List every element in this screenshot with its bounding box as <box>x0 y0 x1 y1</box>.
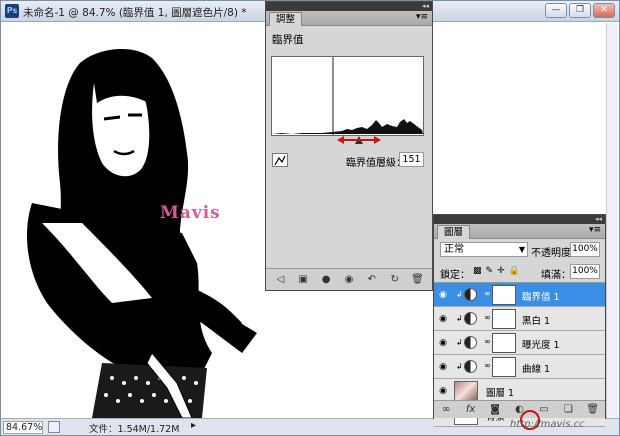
status-menu-arrow-icon[interactable]: ▸ <box>191 420 196 431</box>
clip-arrow-icon: ↲ <box>456 290 463 299</box>
new-layer-icon[interactable]: ❏ <box>561 403 575 417</box>
link-icon[interactable]: ∞ <box>484 313 491 322</box>
visibility-eye-icon[interactable]: ◉ <box>342 273 356 287</box>
adjustment-layer-icon <box>464 288 477 301</box>
visibility-eye-icon[interactable]: ◉ <box>438 338 448 348</box>
previous-state-icon[interactable]: ↶ <box>365 273 379 287</box>
photoshop-icon: Ps <box>5 4 19 18</box>
fill-field[interactable]: 100% <box>570 264 600 279</box>
layer-name[interactable]: 曝光度 1 <box>522 337 560 351</box>
zoom-level-field[interactable]: 84.67% <box>3 421 43 434</box>
layer-image-thumbnail[interactable] <box>454 381 478 401</box>
clip-arrow-icon: ↲ <box>456 362 463 371</box>
layers-toolbar: ∞ fx ◙ ◐ ▭ ❏ 🗑 <box>434 400 605 418</box>
blend-mode-value: 正常 <box>444 244 464 255</box>
lock-all-icon[interactable]: 🔒 <box>509 266 520 276</box>
panel-menu-icon[interactable]: ▾≡ <box>589 225 601 235</box>
tab-layers[interactable]: 圖層 <box>437 225 471 239</box>
link-layers-icon[interactable]: ∞ <box>439 403 453 417</box>
threshold-glyph <box>274 155 286 166</box>
link-icon[interactable]: ∞ <box>484 289 491 298</box>
lock-label: 鎖定： <box>440 270 470 281</box>
mavis-watermark: Mavis <box>160 203 221 223</box>
layer-mask-thumbnail[interactable] <box>492 285 516 305</box>
lock-position-icon[interactable]: ✛ <box>497 266 505 276</box>
file-size-info: 文件：1.54M/1.72M <box>89 424 180 435</box>
threshold-histogram[interactable] <box>271 56 424 136</box>
status-preview-icon[interactable] <box>48 421 60 433</box>
clip-layer-icon[interactable]: ● <box>319 273 333 287</box>
lock-transparency-icon[interactable]: ▩ <box>473 266 482 276</box>
clip-arrow-icon: ↲ <box>456 314 463 323</box>
layer-name[interactable]: 臨界值 1 <box>522 289 560 303</box>
clip-arrow-icon: ↲ <box>456 338 463 347</box>
panel-collapse-icon[interactable]: ◂◂ <box>266 2 432 11</box>
visibility-eye-icon[interactable]: ◉ <box>438 290 448 300</box>
chevron-down-icon: ▼ <box>518 245 525 254</box>
minimize-button[interactable]: — <box>545 3 567 18</box>
fill-label: 填滿： <box>541 270 571 281</box>
visibility-eye-icon[interactable]: ◉ <box>438 314 448 324</box>
layer-name[interactable]: 圖層 1 <box>486 385 514 399</box>
threshold-level-field[interactable]: 151 <box>399 152 424 167</box>
threshold-level-label: 臨界值層級： <box>346 158 406 169</box>
back-arrow-icon[interactable]: ◁ <box>273 273 287 287</box>
lock-brush-icon[interactable]: ✎ <box>486 266 494 276</box>
link-icon[interactable]: ∞ <box>484 361 491 370</box>
link-icon[interactable]: ∞ <box>484 337 491 346</box>
adjustments-toolbar: ◁ ▣ ● ◉ ↶ ↻ 🗑 <box>266 268 432 290</box>
adjustment-heading: 臨界值 <box>272 34 304 46</box>
threshold-slider[interactable] <box>271 136 424 144</box>
expand-view-icon[interactable]: ▣ <box>296 273 310 287</box>
panel-collapse-icon[interactable]: ◂◂ <box>434 215 605 224</box>
layer-name[interactable]: 黑白 1 <box>522 313 550 327</box>
opacity-field[interactable]: 100% <box>570 242 600 257</box>
document-title: 未命名-1 @ 84.7% (臨界值 1, 圖層遮色片/8) * <box>23 7 247 19</box>
adjustment-layer-icon <box>464 312 477 325</box>
blend-mode-select[interactable]: 正常 ▼ <box>440 242 528 257</box>
delete-icon[interactable]: 🗑 <box>410 273 424 287</box>
adjustment-layer-icon <box>464 360 477 373</box>
layers-panel: ◂◂ 圖層 ▾≡ 正常 ▼ 不透明度： 100% 鎖定： ▩ ✎ ✛ 🔒 填滿：… <box>433 214 606 427</box>
layer-row-exposure[interactable]: ◉ ↲ ∞ 曝光度 1 <box>434 331 605 355</box>
layer-row-black-white[interactable]: ◉ ↲ ∞ 黑白 1 <box>434 307 605 331</box>
layer-mask-thumbnail[interactable] <box>492 309 516 329</box>
layer-row-curves[interactable]: ◉ ↲ ∞ 曲線 1 <box>434 355 605 379</box>
layer-row-threshold[interactable]: ◉ ↲ ∞ 臨界值 1 <box>434 283 605 307</box>
url-watermark: http://mavis.cc <box>510 419 585 430</box>
adjustments-panel: ◂◂ 調整 ▾≡ 臨界值 臨界值層級： 151 ◁ ▣ ● ◉ ↶ ↻ 🗑 <box>265 1 433 291</box>
close-button[interactable]: ✕ <box>593 3 615 18</box>
tab-adjustments[interactable]: 調整 <box>269 12 303 26</box>
vertical-scrollbar[interactable] <box>606 23 618 418</box>
adjustment-layer-icon <box>464 336 477 349</box>
visibility-eye-icon[interactable]: ◉ <box>438 362 448 372</box>
visibility-eye-icon[interactable]: ◉ <box>438 386 448 396</box>
restore-button[interactable]: ❐ <box>569 3 591 18</box>
slider-marker <box>337 136 381 144</box>
histogram-graph <box>272 57 423 135</box>
reset-icon[interactable]: ↻ <box>388 273 402 287</box>
layer-list: ◉ ↲ ∞ 臨界值 1 ◉ ↲ ∞ 黑白 1 ◉ ↲ ∞ 曝光度 1 ◉ ↲ ∞… <box>434 282 605 427</box>
layer-style-icon[interactable]: fx <box>464 403 478 417</box>
layer-name[interactable]: 曲線 1 <box>522 361 550 375</box>
threshold-icon <box>272 153 288 167</box>
layer-mask-thumbnail[interactable] <box>492 357 516 377</box>
layer-mask-thumbnail[interactable] <box>492 333 516 353</box>
delete-layer-icon[interactable]: 🗑 <box>586 403 600 417</box>
panel-menu-icon[interactable]: ▾≡ <box>416 12 428 22</box>
add-mask-icon[interactable]: ◙ <box>488 403 502 417</box>
new-group-icon[interactable]: ▭ <box>537 403 551 417</box>
